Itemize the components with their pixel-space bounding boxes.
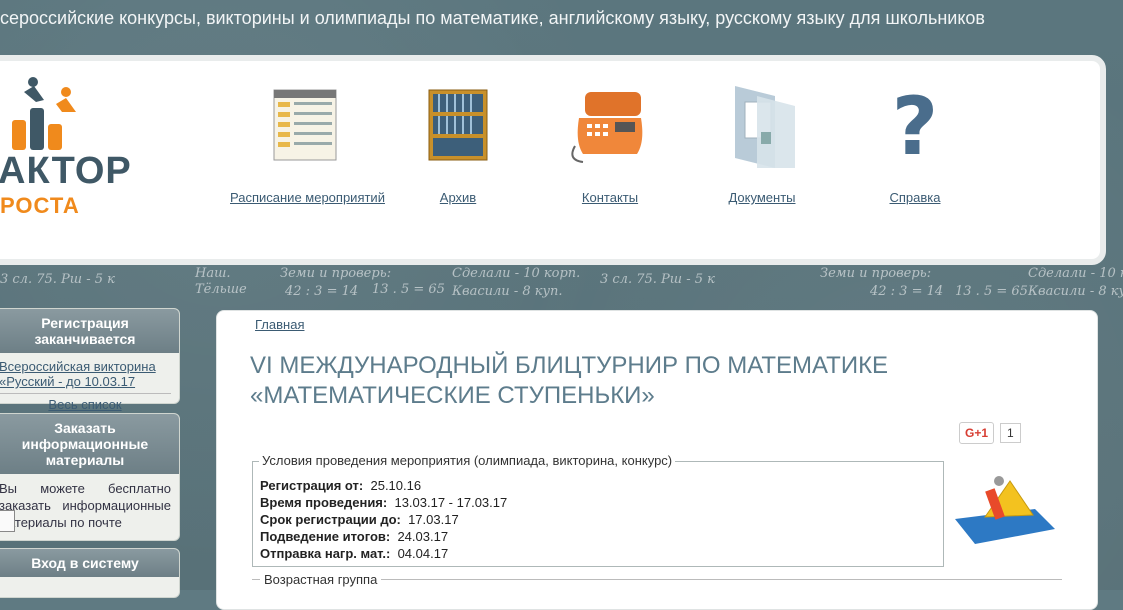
- condition-row: Срок регистрации до: 17.03.17: [260, 512, 459, 527]
- condition-row: Время проведения: 13.03.17 - 17.03.17: [260, 495, 508, 510]
- page-title: VI МЕЖДУНАРОДНЫЙ БЛИЦТУРНИР ПО МАТЕМАТИК…: [250, 352, 889, 409]
- nav-item-help[interactable]: ? Справка: [870, 80, 960, 205]
- nav-item-documents[interactable]: Документы: [717, 82, 807, 205]
- chalk-text: Земи и проверь:: [280, 266, 392, 281]
- nav-item-schedule[interactable]: Расписание мероприятий: [230, 82, 385, 205]
- archive-shelf-icon: [413, 82, 503, 172]
- chalk-text: 42 : 3 = 14: [285, 284, 359, 299]
- age-group-section[interactable]: Возрастная группа: [252, 572, 1062, 587]
- chalk-text: Сделали - 10 корп.: [452, 266, 581, 281]
- registration-item-link[interactable]: Всероссийская викторина «Русский - до 10…: [0, 359, 156, 389]
- site-title: Всероссийские конкурсы, викторины и олим…: [0, 8, 985, 28]
- math-tools-icon: [955, 469, 1055, 549]
- conditions-box: Условия проведения мероприятия (олимпиад…: [252, 453, 944, 567]
- chalk-text: Сделали - 10 корп.: [1028, 266, 1123, 281]
- phone-icon: [565, 82, 655, 172]
- sidebox-materials-title: Заказать информационные материалы: [0, 414, 179, 474]
- condition-row: Отправка нагр. мат.: 04.04.17: [260, 546, 449, 561]
- sidebox-login-title: Вход в систему: [0, 549, 179, 577]
- nav-item-archive[interactable]: Архив: [413, 82, 503, 205]
- gplus-button[interactable]: G+1: [959, 422, 995, 444]
- nav-item-contacts[interactable]: Контакты: [565, 82, 655, 205]
- all-registrations-link[interactable]: Весь список: [48, 397, 121, 412]
- documents-folder-icon: [717, 82, 807, 172]
- help-question-icon: ?: [870, 80, 960, 173]
- nav-link-archive[interactable]: Архив: [413, 190, 503, 205]
- materials-order-button[interactable]: [0, 510, 15, 532]
- logo-figures-icon: [12, 77, 76, 150]
- nav-link-help[interactable]: Справка: [870, 190, 960, 205]
- chalk-text: Тёльше: [195, 282, 247, 297]
- schedule-table-icon: [260, 82, 350, 172]
- svg-text:?: ?: [892, 82, 938, 172]
- conditions-legend: Условия проведения мероприятия (олимпиад…: [259, 453, 676, 468]
- chalk-text: 42 : 3 = 14: [870, 284, 944, 299]
- condition-row: Регистрация от: 25.10.16: [260, 478, 422, 493]
- gplus-widget: G+1 1: [959, 422, 1021, 444]
- logo-word-primary: АКТОР: [0, 150, 132, 192]
- nav-link-schedule[interactable]: Расписание мероприятий: [230, 190, 385, 205]
- sidebox-registration-title: Регистрация заканчивается: [0, 309, 179, 353]
- materials-text: Вы можете бесплатно заказать информацион…: [0, 481, 171, 530]
- chalk-text: Квасили - 8 куп.: [452, 284, 563, 299]
- logo-word-accent: РОСТА: [0, 193, 80, 218]
- nav-link-documents[interactable]: Документы: [717, 190, 807, 205]
- sidebox-materials: Заказать информационные материалы Вы мож…: [0, 413, 180, 541]
- chalk-text: 13 . 5 = 65: [955, 284, 1028, 299]
- nav-link-contacts[interactable]: Контакты: [565, 190, 655, 205]
- chalk-text: 3 сл. 75. Рш - 5 к: [0, 272, 115, 287]
- main-content: Главная VI МЕЖДУНАРОДНЫЙ БЛИЦТУРНИР ПО М…: [216, 310, 1098, 610]
- chalk-text: Квасили - 8 куп.: [1028, 284, 1123, 299]
- chalk-text: Наш.: [195, 266, 231, 281]
- chalk-text: Земи и проверь:: [820, 266, 932, 281]
- breadcrumb-home[interactable]: Главная: [255, 317, 304, 332]
- gplus-count: 1: [1000, 423, 1021, 443]
- sidebox-registration: Регистрация заканчивается Всероссийская …: [0, 308, 180, 412]
- sidebox-login: Вход в систему: [0, 548, 180, 598]
- chalk-text: 13 . 5 = 65: [372, 282, 445, 297]
- condition-row: Подведение итогов: 24.03.17: [260, 529, 449, 544]
- chalk-text: 3 сл. 75. Рш - 5 к: [600, 272, 715, 287]
